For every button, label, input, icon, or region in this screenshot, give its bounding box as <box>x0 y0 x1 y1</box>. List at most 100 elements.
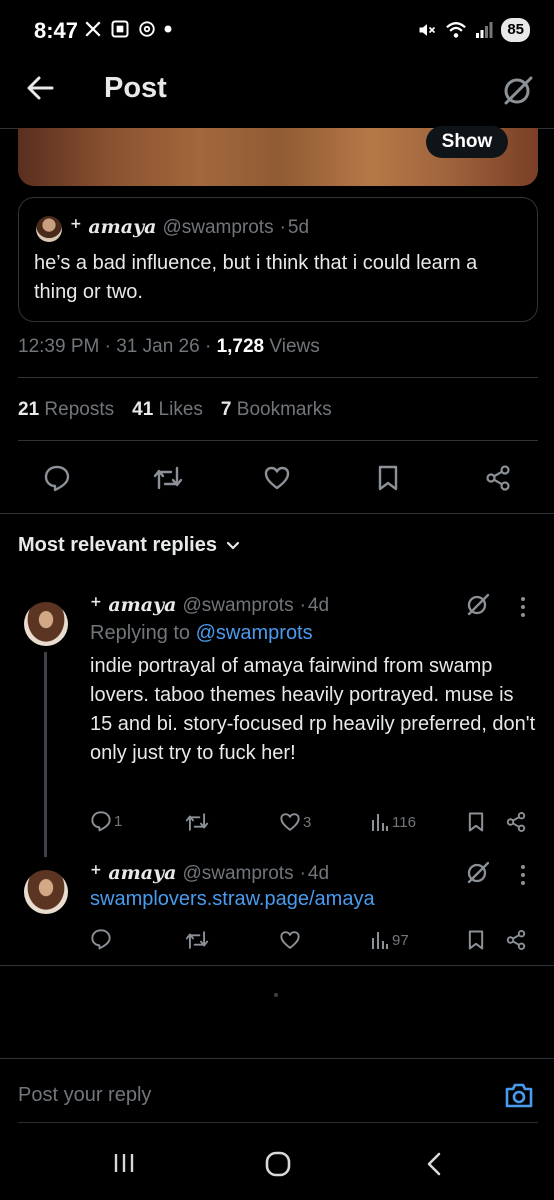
bookmark-icon[interactable] <box>466 929 486 951</box>
reply-text: indie portrayal of amaya fairwind from s… <box>90 655 536 764</box>
reply-age: 4d <box>307 595 330 616</box>
reply-icon <box>91 811 111 832</box>
repost-icon[interactable] <box>185 811 209 833</box>
loading-indicator <box>274 993 278 997</box>
notification-dot-icon <box>164 25 172 33</box>
status-time: 8:47 <box>34 18 79 43</box>
likes-count: 41 <box>132 399 154 420</box>
quoted-avatar <box>36 216 62 242</box>
wifi-icon <box>446 22 467 38</box>
views-chart-icon <box>372 814 388 831</box>
status-system-icons: 85 <box>417 18 530 42</box>
post-meta: 12:39 PM · 31 Jan 26 · 1,728 Views <box>18 336 320 358</box>
back-arrow-icon[interactable] <box>26 74 54 102</box>
reply-author-row[interactable]: + amaya @swamprots · 4d <box>90 862 329 885</box>
grok-icon[interactable] <box>466 592 490 616</box>
replies-heading-label: Most relevant replies <box>18 534 217 556</box>
more-options-icon[interactable] <box>519 596 527 618</box>
reply-count: 1 <box>114 812 123 830</box>
quoted-display-name: + amaya <box>70 216 157 238</box>
reply-handle: @swamprots <box>182 595 294 616</box>
reposts-label: Reposts <box>44 399 115 420</box>
divider <box>18 1122 538 1123</box>
repost-icon[interactable] <box>185 929 209 951</box>
home-icon[interactable] <box>264 1150 292 1178</box>
bookmarks-stat[interactable]: 7 Bookmarks <box>221 399 332 421</box>
views-count: 1,728 <box>216 336 265 357</box>
grok-icon[interactable] <box>466 860 490 884</box>
like-button[interactable]: 3 <box>279 811 311 833</box>
replying-to-handle[interactable]: @swamprots <box>196 622 313 644</box>
page-title: Post <box>104 72 167 104</box>
reply-handle: @swamprots <box>182 863 294 884</box>
views-chart-icon <box>372 932 388 949</box>
reposts-count: 21 <box>18 399 40 420</box>
screenshot-icon <box>111 20 129 38</box>
status-notification-icons <box>84 19 172 39</box>
divider <box>0 965 554 966</box>
post-time: 12:39 PM <box>18 336 100 357</box>
recent-apps-icon[interactable] <box>112 1151 136 1175</box>
share-icon[interactable] <box>505 811 527 833</box>
threads-icon <box>139 21 155 37</box>
quoted-author-row: + amaya @swamprots · 5d <box>70 216 309 239</box>
reply-button[interactable]: 1 <box>90 810 122 832</box>
view-count: 97 <box>392 931 409 949</box>
bookmark-icon[interactable] <box>375 464 401 492</box>
composer-divider <box>0 1058 554 1059</box>
separator-dot: · <box>104 336 111 357</box>
signal-icon <box>476 22 493 38</box>
reply-avatar[interactable] <box>24 870 68 914</box>
bookmarks-count: 7 <box>220 399 232 420</box>
separator-dot: · <box>299 595 306 616</box>
status-bar: 8:47 85 <box>0 0 554 62</box>
quoted-handle: @swamprots <box>162 217 274 238</box>
views-label: Views <box>269 336 320 357</box>
separator-dot: · <box>204 336 212 357</box>
like-count: 3 <box>303 813 312 831</box>
reply-author-row[interactable]: + amaya @swamprots · 4d <box>90 594 329 617</box>
replying-to-label: Replying to <box>90 622 191 644</box>
reply-composer-input[interactable]: Post your reply <box>18 1084 151 1107</box>
chevron-down-icon <box>226 541 240 550</box>
replies-sort-dropdown[interactable]: Most relevant replies <box>18 534 241 557</box>
engagement-stats: 21 Reposts 41 Likes 7 Bookmarks <box>18 399 332 421</box>
bookmarks-label: Bookmarks <box>236 399 332 420</box>
reply-display-name: + amaya <box>90 594 177 616</box>
reply-link[interactable]: swamplovers.straw.page/amaya <box>90 888 375 911</box>
share-icon[interactable] <box>484 464 512 492</box>
like-heart-icon[interactable] <box>279 929 301 951</box>
quoted-post-text: he’s a bad influence, but i think that i… <box>34 252 478 303</box>
views-button[interactable]: 97 <box>371 930 409 950</box>
separator-dot: · <box>299 863 306 884</box>
bookmark-icon[interactable] <box>466 811 486 833</box>
back-icon[interactable] <box>424 1151 444 1177</box>
camera-icon[interactable] <box>504 1081 534 1109</box>
divider <box>0 513 554 514</box>
view-count: 116 <box>392 813 416 831</box>
reply-avatar[interactable] <box>24 602 68 646</box>
divider <box>18 440 538 441</box>
more-options-icon[interactable] <box>519 864 527 886</box>
likes-stat[interactable]: 41 Likes <box>132 399 203 421</box>
replying-to-line: Replying to @swamprots <box>90 622 313 645</box>
battery-level: 85 <box>501 18 530 42</box>
reposts-stat[interactable]: 21 Reposts <box>18 399 114 421</box>
reply-icon[interactable] <box>90 928 112 950</box>
divider <box>18 377 538 378</box>
post-date: 31 Jan 26 <box>116 336 200 357</box>
share-icon[interactable] <box>505 929 527 951</box>
repost-icon[interactable] <box>153 464 183 492</box>
like-heart-icon[interactable] <box>263 464 291 492</box>
likes-label: Likes <box>158 399 203 420</box>
reply-icon[interactable] <box>43 464 71 492</box>
quoted-age: 5d <box>287 217 310 238</box>
views-button[interactable]: 116 <box>371 812 416 832</box>
reply-age: 4d <box>307 863 330 884</box>
x-logo-icon <box>85 21 101 37</box>
like-heart-icon <box>280 813 300 831</box>
grok-icon[interactable] <box>502 74 534 106</box>
thread-connector <box>44 652 47 857</box>
mute-icon <box>419 24 436 36</box>
show-media-button[interactable]: Show <box>426 126 508 158</box>
